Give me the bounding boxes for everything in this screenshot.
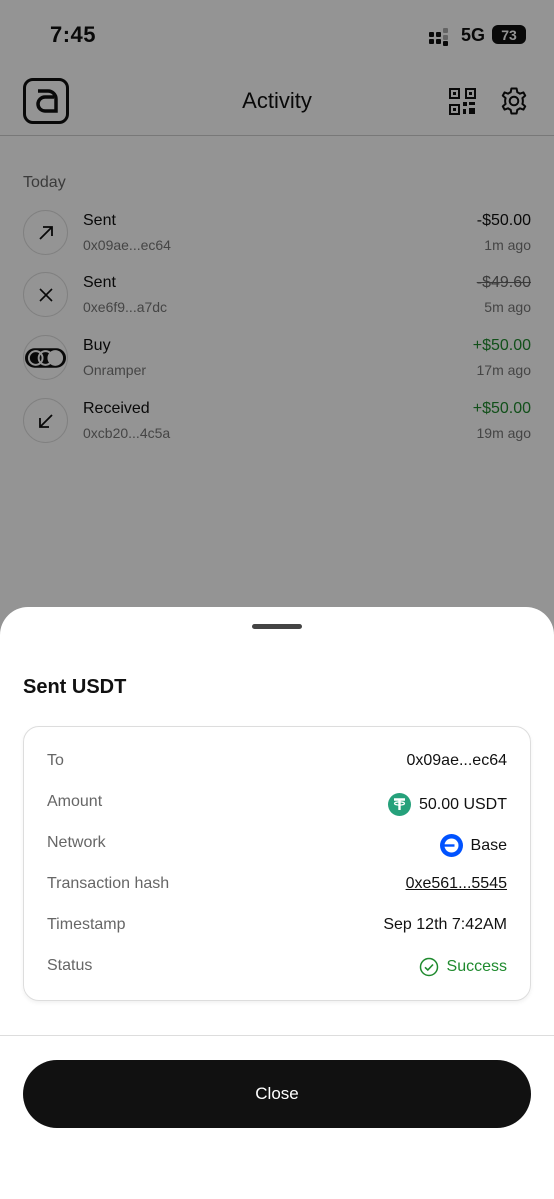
close-button[interactable]: Close <box>23 1060 531 1128</box>
divider <box>0 1035 554 1036</box>
network-value: Base <box>439 834 507 857</box>
detail-label: To <box>47 752 64 769</box>
detail-row-network: Network Base <box>24 829 530 859</box>
detail-row-amount: Amount 50.00 USDT <box>24 788 530 818</box>
transaction-details-sheet: Sent USDT To 0x09ae...ec64 Amount 50.00 … <box>0 607 554 1199</box>
sheet-title: Sent USDT <box>23 676 127 698</box>
detail-row-status: Status Success <box>24 952 530 982</box>
status-value: Success <box>419 957 507 977</box>
detail-row-timestamp: Timestamp Sep 12th 7:42AM <box>24 911 530 941</box>
recipient-address: 0x09ae...ec64 <box>406 752 507 769</box>
base-network-icon <box>439 834 463 857</box>
check-circle-icon <box>419 957 438 977</box>
detail-label: Network <box>47 834 106 851</box>
timestamp-value: Sep 12th 7:42AM <box>383 916 507 933</box>
detail-row-to: To 0x09ae...ec64 <box>24 747 530 777</box>
transaction-hash-link[interactable]: 0xe561...5545 <box>406 875 507 893</box>
tether-icon <box>387 793 411 816</box>
amount-value: 50.00 USDT <box>387 793 507 816</box>
detail-label: Status <box>47 957 93 974</box>
detail-label: Timestamp <box>47 916 126 933</box>
sheet-drag-handle[interactable] <box>252 624 302 629</box>
detail-row-hash: Transaction hash 0xe561...5545 <box>24 870 530 900</box>
detail-label: Transaction hash <box>47 875 170 892</box>
details-card: To 0x09ae...ec64 Amount 50.00 USDT Netwo… <box>23 726 531 1001</box>
detail-label: Amount <box>47 793 103 810</box>
